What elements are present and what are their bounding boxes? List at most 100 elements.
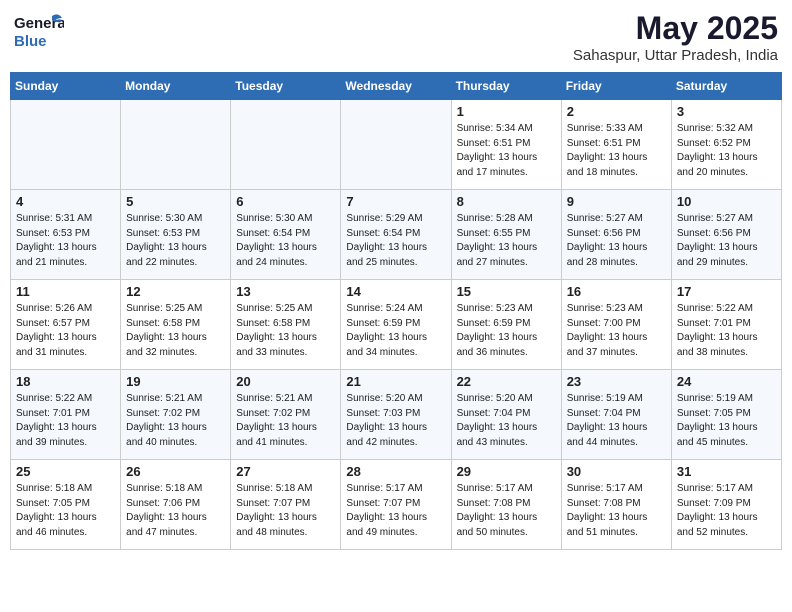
day-number: 1 [457, 104, 556, 119]
calendar-cell [11, 100, 121, 190]
svg-text:Blue: Blue [14, 33, 47, 50]
calendar-table: SundayMondayTuesdayWednesdayThursdayFrid… [10, 72, 782, 550]
calendar-cell: 30 Sunrise: 5:17 AMSunset: 7:08 PMDayligh… [561, 460, 671, 550]
cell-info: Sunrise: 5:32 AMSunset: 6:52 PMDaylight:… [677, 122, 776, 180]
day-number: 2 [567, 104, 666, 119]
calendar-cell: 10 Sunrise: 5:27 AMSunset: 6:56 PMDayligh… [671, 190, 781, 280]
cell-info: Sunrise: 5:30 AMSunset: 6:54 PMDaylight:… [236, 212, 335, 270]
day-number: 8 [457, 194, 556, 209]
logo-icon: GeneralBlue [14, 10, 64, 52]
day-number: 6 [236, 194, 335, 209]
cell-info: Sunrise: 5:27 AMSunset: 6:56 PMDaylight:… [567, 212, 666, 270]
calendar-cell [231, 100, 341, 190]
calendar-cell: 27Sunrise: 5:18 AMSunset: 7:07 PMDayligh… [231, 460, 341, 550]
calendar-cell: 6 Sunrise: 5:30 AMSunset: 6:54 PMDaylight… [231, 190, 341, 280]
calendar-cell: 25Sunrise: 5:18 AMSunset: 7:05 PMDayligh… [11, 460, 121, 550]
day-number: 24 [677, 374, 776, 389]
calendar-cell: 16Sunrise: 5:23 AMSunset: 7:00 PMDayligh… [561, 280, 671, 370]
calendar-cell: 9 Sunrise: 5:27 AMSunset: 6:56 PMDaylight… [561, 190, 671, 280]
calendar-cell: 2 Sunrise: 5:33 AMSunset: 6:51 PMDaylight… [561, 100, 671, 190]
day-number: 25 [16, 464, 115, 479]
day-number: 22 [457, 374, 556, 389]
cell-info: Sunrise: 5:25 AMSunset: 6:58 PMDaylight:… [126, 302, 225, 360]
calendar-cell: 14Sunrise: 5:24 AMSunset: 6:59 PMDayligh… [341, 280, 451, 370]
cell-info: Sunrise: 5:30 AMSunset: 6:53 PMDaylight:… [126, 212, 225, 270]
cell-info: Sunrise: 5:34 AMSunset: 6:51 PMDaylight:… [457, 122, 556, 180]
cell-info: Sunrise: 5:23 AMSunset: 7:00 PMDaylight:… [567, 302, 666, 360]
month-title: May 2025 [573, 10, 778, 47]
day-number: 26 [126, 464, 225, 479]
calendar-cell: 20 Sunrise: 5:21 AMSunset: 7:02 PMDayligh… [231, 370, 341, 460]
day-number: 21 [346, 374, 445, 389]
calendar-cell: 24 Sunrise: 5:19 AMSunset: 7:05 PMDayligh… [671, 370, 781, 460]
logo: GeneralBlue [14, 10, 64, 52]
calendar-cell: 17 Sunrise: 5:22 AMSunset: 7:01 PMDayligh… [671, 280, 781, 370]
cell-info: Sunrise: 5:21 AMSunset: 7:02 PMDaylight:… [236, 392, 335, 450]
cell-info: Sunrise: 5:19 AMSunset: 7:04 PMDaylight:… [567, 392, 666, 450]
calendar-cell: 13 Sunrise: 5:25 AMSunset: 6:58 PMDayligh… [231, 280, 341, 370]
calendar-cell: 11Sunrise: 5:26 AMSunset: 6:57 PMDayligh… [11, 280, 121, 370]
day-number: 19 [126, 374, 225, 389]
cell-info: Sunrise: 5:26 AMSunset: 6:57 PMDaylight:… [16, 302, 115, 360]
weekday-header: Saturday [671, 73, 781, 100]
day-number: 5 [126, 194, 225, 209]
weekday-header: Monday [121, 73, 231, 100]
calendar-cell: 28 Sunrise: 5:17 AMSunset: 7:07 PMDayligh… [341, 460, 451, 550]
cell-info: Sunrise: 5:17 AMSunset: 7:07 PMDaylight:… [346, 482, 445, 540]
day-number: 7 [346, 194, 445, 209]
weekday-header: Sunday [11, 73, 121, 100]
weekday-header: Wednesday [341, 73, 451, 100]
day-number: 4 [16, 194, 115, 209]
weekday-header-row: SundayMondayTuesdayWednesdayThursdayFrid… [11, 73, 782, 100]
day-number: 9 [567, 194, 666, 209]
cell-info: Sunrise: 5:24 AMSunset: 6:59 PMDaylight:… [346, 302, 445, 360]
calendar-cell: 4 Sunrise: 5:31 AMSunset: 6:53 PMDaylight… [11, 190, 121, 280]
day-number: 20 [236, 374, 335, 389]
calendar-week-row: 18Sunrise: 5:22 AMSunset: 7:01 PMDayligh… [11, 370, 782, 460]
cell-info: Sunrise: 5:33 AMSunset: 6:51 PMDaylight:… [567, 122, 666, 180]
cell-info: Sunrise: 5:17 AMSunset: 7:09 PMDaylight:… [677, 482, 776, 540]
title-block: May 2025 Sahaspur, Uttar Pradesh, India [573, 10, 778, 64]
cell-info: Sunrise: 5:27 AMSunset: 6:56 PMDaylight:… [677, 212, 776, 270]
calendar-week-row: 1 Sunrise: 5:34 AMSunset: 6:51 PMDaylight… [11, 100, 782, 190]
day-number: 28 [346, 464, 445, 479]
page-header: GeneralBlue May 2025 Sahaspur, Uttar Pra… [10, 10, 782, 64]
location: Sahaspur, Uttar Pradesh, India [573, 47, 778, 64]
day-number: 30 [567, 464, 666, 479]
calendar-cell: 8Sunrise: 5:28 AMSunset: 6:55 PMDaylight… [451, 190, 561, 280]
cell-info: Sunrise: 5:18 AMSunset: 7:06 PMDaylight:… [126, 482, 225, 540]
day-number: 18 [16, 374, 115, 389]
weekday-header: Friday [561, 73, 671, 100]
cell-info: Sunrise: 5:25 AMSunset: 6:58 PMDaylight:… [236, 302, 335, 360]
day-number: 13 [236, 284, 335, 299]
cell-info: Sunrise: 5:17 AMSunset: 7:08 PMDaylight:… [567, 482, 666, 540]
calendar-cell: 19 Sunrise: 5:21 AMSunset: 7:02 PMDayligh… [121, 370, 231, 460]
day-number: 31 [677, 464, 776, 479]
day-number: 17 [677, 284, 776, 299]
calendar-cell: 7 Sunrise: 5:29 AMSunset: 6:54 PMDaylight… [341, 190, 451, 280]
calendar-week-row: 25Sunrise: 5:18 AMSunset: 7:05 PMDayligh… [11, 460, 782, 550]
calendar-cell [341, 100, 451, 190]
calendar-cell [121, 100, 231, 190]
day-number: 23 [567, 374, 666, 389]
day-number: 29 [457, 464, 556, 479]
calendar-cell: 31 Sunrise: 5:17 AMSunset: 7:09 PMDayligh… [671, 460, 781, 550]
cell-info: Sunrise: 5:23 AMSunset: 6:59 PMDaylight:… [457, 302, 556, 360]
calendar-cell: 26 Sunrise: 5:18 AMSunset: 7:06 PMDayligh… [121, 460, 231, 550]
weekday-header: Thursday [451, 73, 561, 100]
calendar-cell: 18Sunrise: 5:22 AMSunset: 7:01 PMDayligh… [11, 370, 121, 460]
cell-info: Sunrise: 5:31 AMSunset: 6:53 PMDaylight:… [16, 212, 115, 270]
calendar-week-row: 4 Sunrise: 5:31 AMSunset: 6:53 PMDaylight… [11, 190, 782, 280]
calendar-cell: 21 Sunrise: 5:20 AMSunset: 7:03 PMDayligh… [341, 370, 451, 460]
cell-info: Sunrise: 5:20 AMSunset: 7:03 PMDaylight:… [346, 392, 445, 450]
cell-info: Sunrise: 5:22 AMSunset: 7:01 PMDaylight:… [677, 302, 776, 360]
day-number: 10 [677, 194, 776, 209]
cell-info: Sunrise: 5:19 AMSunset: 7:05 PMDaylight:… [677, 392, 776, 450]
cell-info: Sunrise: 5:21 AMSunset: 7:02 PMDaylight:… [126, 392, 225, 450]
cell-info: Sunrise: 5:29 AMSunset: 6:54 PMDaylight:… [346, 212, 445, 270]
day-number: 15 [457, 284, 556, 299]
calendar-cell: 12Sunrise: 5:25 AMSunset: 6:58 PMDayligh… [121, 280, 231, 370]
calendar-week-row: 11Sunrise: 5:26 AMSunset: 6:57 PMDayligh… [11, 280, 782, 370]
cell-info: Sunrise: 5:20 AMSunset: 7:04 PMDaylight:… [457, 392, 556, 450]
cell-info: Sunrise: 5:17 AMSunset: 7:08 PMDaylight:… [457, 482, 556, 540]
